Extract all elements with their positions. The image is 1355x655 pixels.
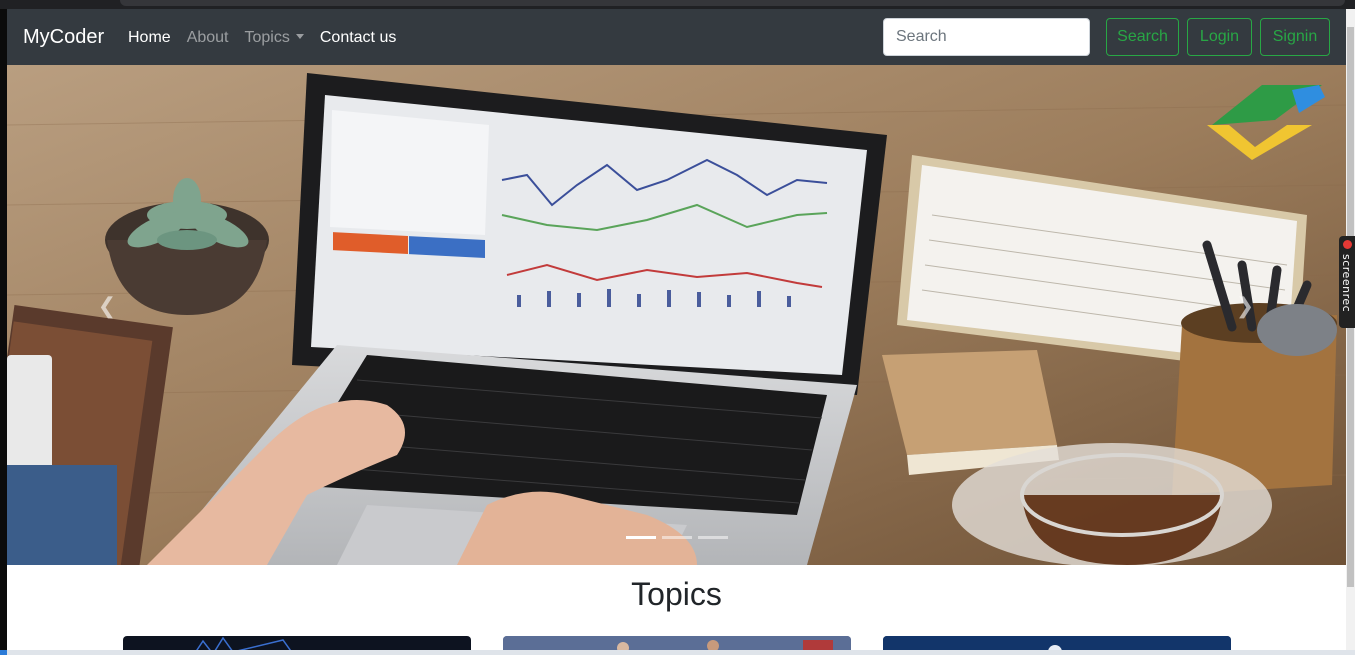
carousel-prev-button[interactable]: ❮ xyxy=(97,296,117,318)
nav-topics-dropdown[interactable]: Topics xyxy=(245,27,304,49)
taskbar-accent xyxy=(0,650,7,655)
nav-links: Home About Topics Contact us xyxy=(128,27,412,49)
hero-image xyxy=(7,65,1346,565)
record-icon xyxy=(1343,240,1352,249)
page-scrollbar[interactable] xyxy=(1346,9,1355,650)
topic-card-image[interactable] xyxy=(503,636,851,650)
signin-button[interactable]: Signin xyxy=(1260,18,1330,56)
search-input[interactable] xyxy=(883,18,1090,56)
carousel-indicators xyxy=(626,536,728,539)
navbar: MyCoder Home About Topics Contact us Sea… xyxy=(7,9,1346,65)
window-edge xyxy=(0,9,7,655)
nav-topics-label: Topics xyxy=(244,29,290,46)
carousel-next-button[interactable]: ❯ xyxy=(1235,296,1255,318)
screenrec-label: screenrec xyxy=(1340,254,1353,313)
topic-card-2-image xyxy=(503,636,851,650)
topic-card-1-image xyxy=(196,636,292,650)
nav-contact[interactable]: Contact us xyxy=(320,27,396,49)
web-page: MyCoder Home About Topics Contact us Sea… xyxy=(7,9,1346,650)
topic-card-3-image xyxy=(883,636,1231,650)
browser-chrome xyxy=(0,0,1355,9)
address-bar[interactable] xyxy=(120,0,1345,6)
carousel-indicator[interactable] xyxy=(626,536,656,539)
taskbar xyxy=(0,650,1355,655)
topic-card-image[interactable] xyxy=(123,636,471,650)
nav-home[interactable]: Home xyxy=(128,27,171,49)
hero-carousel[interactable]: ❮ ❯ xyxy=(7,65,1346,565)
login-button[interactable]: Login xyxy=(1187,18,1252,56)
search-button[interactable]: Search xyxy=(1106,18,1179,56)
topics-heading: Topics xyxy=(631,576,722,612)
screenrec-widget[interactable]: screenrec xyxy=(1339,236,1355,328)
carousel-indicator[interactable] xyxy=(698,536,728,539)
caret-down-icon xyxy=(295,34,304,39)
nav-about[interactable]: About xyxy=(187,27,229,49)
brand-logo[interactable]: MyCoder xyxy=(23,25,104,49)
carousel-indicator[interactable] xyxy=(662,536,692,539)
topic-card-image[interactable] xyxy=(883,636,1231,650)
